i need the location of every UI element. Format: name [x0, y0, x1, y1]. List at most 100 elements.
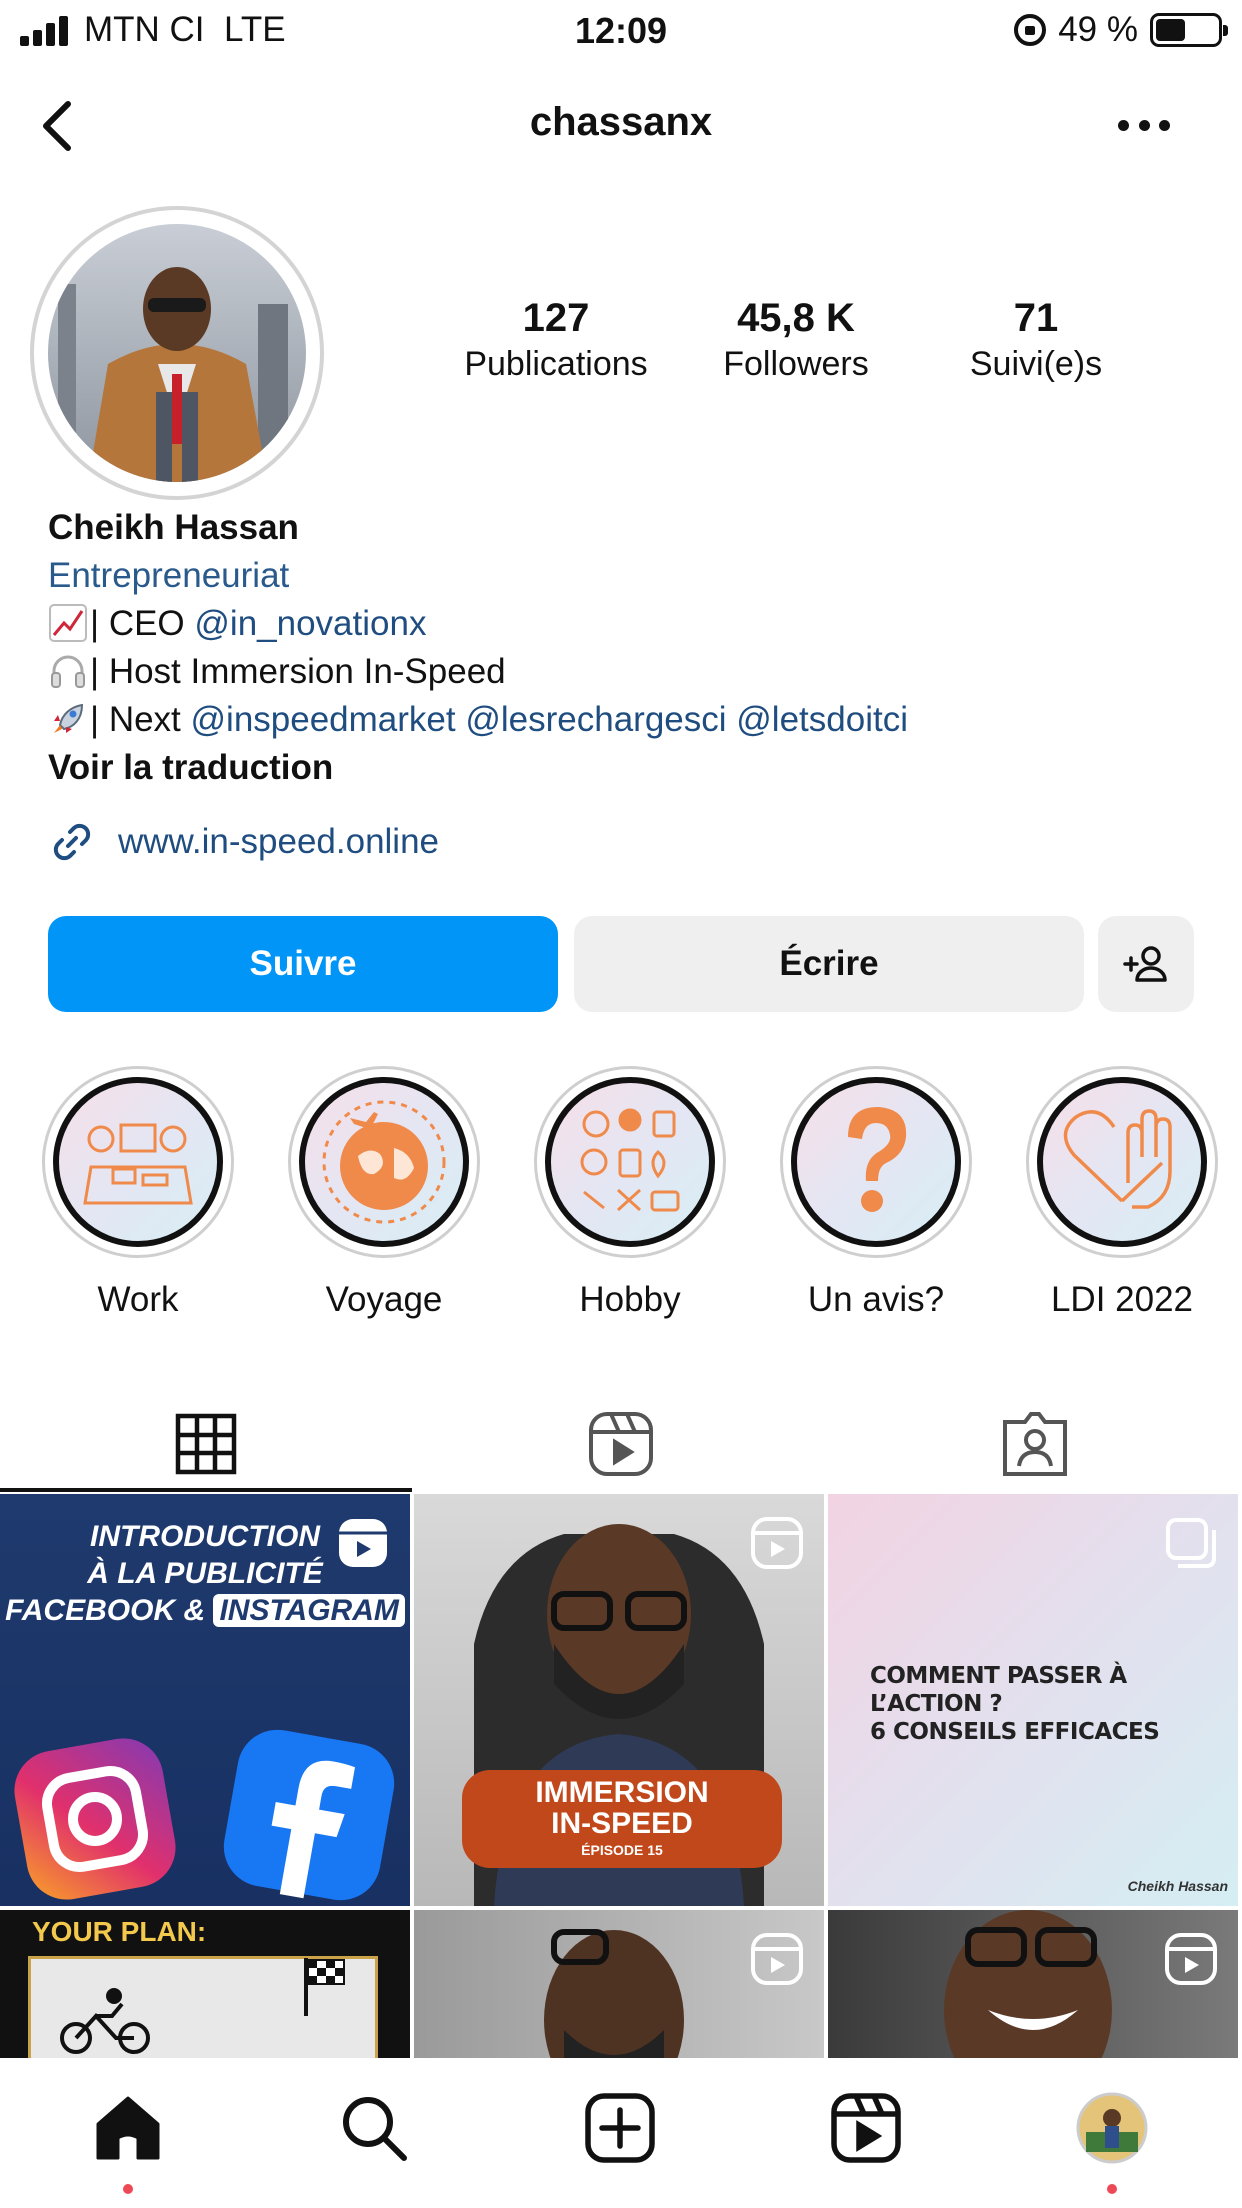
post-comment-passer-action[interactable]: COMMENT PASSER À L’ACTION ? 6 CONSEILS E…	[828, 1494, 1238, 1906]
instagram-logo-icon	[14, 1738, 176, 1900]
heart-hand-icon	[1063, 1109, 1172, 1209]
message-button[interactable]: Écrire	[574, 916, 1084, 1012]
stat-label: Publications	[464, 345, 648, 383]
bio-ceo-text: | CEO	[90, 604, 195, 643]
profile-category: Entrepreneuriat	[48, 556, 290, 595]
highlight-label: LDI 2022	[1050, 1280, 1194, 1319]
avatar[interactable]	[48, 224, 306, 482]
tagged-person-icon	[1003, 1412, 1067, 1476]
see-translation-link[interactable]: Voir la traduction	[48, 744, 908, 792]
nav-reels[interactable]	[826, 2088, 906, 2168]
post-reel-portrait-2[interactable]	[828, 1910, 1238, 2060]
profile-username: chassanx	[529, 100, 713, 144]
chart-increasing-icon	[49, 604, 87, 642]
finish-flag-icon	[304, 1958, 345, 2016]
post-facebook-instagram-ads[interactable]: INTRODUCTION À LA PUBLICITÉ FACEBOOK & I…	[0, 1494, 410, 1906]
post-title-line: COMMENT PASSER À L’ACTION ?	[870, 1663, 1127, 1717]
headphones-icon	[51, 655, 85, 688]
carousel-badge-icon	[1164, 1516, 1218, 1575]
create-post-icon	[585, 2093, 655, 2163]
suggested-users-button[interactable]	[1098, 916, 1194, 1012]
post-title-line: 6 CONSEILS EFFICACES	[870, 1719, 1160, 1745]
tab-reels[interactable]	[414, 1396, 828, 1492]
highlight-label: Voyage	[325, 1280, 443, 1319]
profile-website[interactable]: www.in-speed.online	[48, 818, 439, 866]
hobbies-icon	[580, 1108, 680, 1212]
highlight-label: Un avis?	[807, 1280, 945, 1319]
stat-followers[interactable]: 45,8 K Followers	[676, 296, 916, 384]
mention-lesrechargesci[interactable]: @lesrechargesci	[465, 700, 726, 739]
highlight-label: Work	[97, 1280, 179, 1319]
reel-badge-icon	[336, 1516, 390, 1575]
mention-in-novationx[interactable]: @in_novationx	[194, 604, 426, 643]
highlight-work[interactable]: Work	[38, 1066, 238, 1320]
post-immersion-in-speed[interactable]: IMMERSION IN-SPEED ÉPISODE 15	[414, 1494, 824, 1906]
website-url[interactable]: www.in-speed.online	[118, 822, 439, 862]
profile-bio: Cheikh Hassan Entrepreneuriat | CEO @in_…	[48, 504, 908, 792]
reel-badge-icon	[750, 1516, 804, 1575]
bio-next-text: | Next	[90, 700, 191, 739]
profile-name: Cheikh Hassan	[48, 508, 299, 547]
highlight-voyage[interactable]: Voyage	[284, 1066, 484, 1320]
bio-line-next: | Next @inspeedmarket @lesrechargesci @l…	[48, 696, 908, 744]
post-title-line: INSTAGRAM	[213, 1594, 405, 1627]
post-title-line: IMMERSION	[535, 1776, 709, 1809]
post-title-line: FACEBOOK &	[5, 1594, 206, 1627]
bio-line-host: | Host Immersion In-Speed	[48, 648, 908, 696]
add-person-icon	[1123, 946, 1167, 982]
post-reel-portrait-1[interactable]	[414, 1910, 824, 2060]
link-icon	[53, 823, 91, 861]
status-right: 49 %	[1014, 10, 1228, 50]
reel-badge-icon	[1164, 1932, 1218, 1991]
search-icon	[343, 2097, 407, 2161]
post-title-line: IN-SPEED	[551, 1807, 693, 1840]
rocket-icon	[54, 703, 84, 733]
nav-create[interactable]	[580, 2088, 660, 2168]
highlight-un-avis[interactable]: Un avis?	[776, 1066, 976, 1320]
bio-host-text: | Host Immersion In-Speed	[90, 652, 506, 691]
reels-icon	[831, 2093, 901, 2163]
follow-button[interactable]: Suivre	[48, 916, 558, 1012]
stat-label: Followers	[723, 345, 869, 383]
post-title-line: YOUR PLAN:	[32, 1916, 207, 1947]
stat-value: 45,8 K	[737, 296, 855, 340]
stat-publications[interactable]: 127 Publications	[436, 296, 676, 384]
highlight-label: Hobby	[579, 1280, 681, 1319]
post-signature: Cheikh Hassan	[1127, 1878, 1228, 1894]
tab-tagged[interactable]	[828, 1396, 1242, 1492]
stat-value: 71	[1013, 296, 1059, 340]
mention-letsdoitci[interactable]: @letsdoitci	[736, 700, 908, 739]
more-options-icon[interactable]	[1118, 120, 1170, 134]
highlight-hobby[interactable]: Hobby	[530, 1066, 730, 1320]
post-title-line: ÉPISODE 15	[581, 1842, 663, 1858]
home-notification-dot	[123, 2184, 133, 2194]
nav-profile[interactable]	[1072, 2088, 1152, 2168]
bio-line-ceo: | CEO @in_novationx	[48, 600, 908, 648]
bottom-nav	[0, 2058, 1242, 2208]
globe-plane-icon	[322, 1100, 446, 1224]
nav-search[interactable]	[334, 2088, 414, 2168]
tab-posts-grid[interactable]	[0, 1396, 412, 1492]
battery-percent: 49 %	[1058, 10, 1138, 49]
grid-icon	[175, 1413, 237, 1475]
team-meeting-icon	[83, 1123, 193, 1205]
question-mark-icon	[848, 1107, 907, 1212]
nav-home[interactable]	[88, 2088, 168, 2168]
battery-icon	[1150, 13, 1228, 47]
rotation-lock-icon	[1014, 14, 1047, 46]
highlight-ldi-2022[interactable]: LDI 2022	[1022, 1066, 1222, 1320]
post-your-plan[interactable]: YOUR PLAN:	[0, 1910, 410, 2060]
reels-icon	[589, 1412, 653, 1476]
profile-avatar-icon	[1076, 2092, 1148, 2164]
stat-following[interactable]: 71 Suivi(e)s	[916, 296, 1156, 384]
stat-value: 127	[522, 296, 590, 340]
profile-notification-dot	[1107, 2184, 1117, 2194]
mention-inspeedmarket[interactable]: @inspeedmarket	[191, 700, 456, 739]
active-tab-indicator	[0, 1488, 412, 1492]
facebook-logo-icon	[223, 1729, 395, 1901]
cyclist-icon	[60, 1988, 150, 2054]
home-icon	[96, 2096, 160, 2160]
reel-badge-icon	[750, 1932, 804, 1991]
stat-label: Suivi(e)s	[969, 345, 1103, 383]
status-bar: MTN CI LTE 12:09 49 %	[0, 0, 1242, 62]
